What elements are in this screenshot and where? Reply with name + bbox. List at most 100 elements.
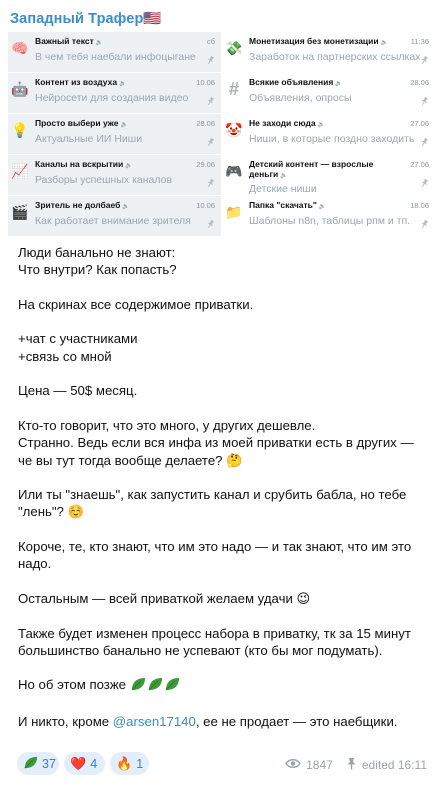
pinned-topic-date: 27.06 <box>410 119 429 128</box>
pinned-topic-item[interactable]: 🧠 Важный текст 🔈 В чем тебя наебали инфоцыг… <box>8 32 221 72</box>
leaf-icon <box>23 755 38 772</box>
message-line: +связь со мной <box>18 348 112 364</box>
leaf-icon <box>131 678 145 691</box>
pinned-topic-title-text: Папка "скачать" <box>249 200 317 210</box>
pinned-topic-date: 27.06 <box>410 160 429 169</box>
message-line: Странно. Ведь если вся инфа из моей прив… <box>18 435 414 468</box>
pinned-topic-title: Просто выбери уже 🔈 <box>35 118 217 131</box>
money-icon: 💸 <box>225 40 243 56</box>
reaction-heart[interactable]: ❤️ 4 <box>64 752 105 775</box>
folder-icon: 📁 <box>225 204 243 220</box>
message-line: Но об этом позже <box>18 676 428 695</box>
message-line: Кто-то говорит, что это много, у других … <box>18 417 316 433</box>
message-line: +чат с участниками <box>18 331 138 347</box>
pinned-topic-title: Контент из воздуха 🔈 <box>35 77 217 90</box>
muted-icon: 🔈 <box>95 40 104 46</box>
pinned-topic-item[interactable]: 📈 Каналы на вскрытии 🔈 Разборы успешных кан… <box>8 155 221 195</box>
channel-title[interactable]: Западный Трафер🇺🇸 <box>10 10 162 27</box>
reaction-count: 37 <box>42 756 56 771</box>
message-meta: 1847 edited 16:11 <box>285 757 427 773</box>
pinned-topic-subtitle: Шаблоны n8n, таблицы рпм и тп. <box>249 215 411 227</box>
pinned-topic-item[interactable]: 🤡 Не заходи сюда 🔈 Ниши, в которые поздно з… <box>222 114 435 154</box>
pinned-topic-subtitle: Заработок на партнерских ссылках <box>249 51 421 63</box>
reaction-count: 4 <box>90 756 98 771</box>
pinned-topic-title: Важный текст 🔈 <box>35 36 217 49</box>
message-line: Цена — 50$ месяц. <box>18 383 138 399</box>
pinned-topic-title: Зритель не долбаеб 🔈 <box>35 200 217 213</box>
clown-icon: 🤡 <box>225 122 243 138</box>
message-line: Или ты "знаешь", как запустить канал и с… <box>18 487 407 520</box>
reaction-count: 1 <box>136 756 144 771</box>
pinned-topic-subtitle: Актуальные ИИ Ниши <box>35 133 143 145</box>
pinned-topic-item[interactable]: 🎮 Детский контент — взрослые деньги 🔈 Детск… <box>222 155 435 195</box>
pinned-topic-subtitle: В чем тебя наебали инфоцыгане <box>35 51 196 63</box>
pinned-topic-date: 11:36 <box>410 37 429 46</box>
pinned-topic-date: 10.06 <box>196 78 215 87</box>
pinned-topic-title-text: Контент из воздуха <box>35 77 118 87</box>
pinned-topic-item[interactable]: 💡 Просто выбери уже 🔈 Актуальные ИИ Ниши 28.… <box>8 114 221 154</box>
message-text: И никто, кроме <box>18 713 113 729</box>
pinned-topic-subtitle: Детские ниши <box>249 183 317 195</box>
pinned-topic-title-text: Зритель не долбаеб <box>35 200 121 210</box>
user-mention-link[interactable]: @arsen17140 <box>113 714 196 729</box>
message-card: Западный Трафер🇺🇸 🧠 Важный текст 🔈 В чем те… <box>0 0 439 785</box>
pinned-topic-title: Каналы на вскрытии 🔈 <box>35 159 217 172</box>
pinned-topic-item[interactable]: 🎬 Зритель не долбаеб 🔈 Как работает внимани… <box>8 196 221 236</box>
pinned-topic-subtitle: Ниши, в которые поздно заходить <box>249 133 415 145</box>
pinned-topic-title-text: Просто выбери уже <box>35 118 119 128</box>
muted-icon: 🔈 <box>122 204 130 210</box>
pinned-topics-grid: 🧠 Важный текст 🔈 В чем тебя наебали инфоцыг… <box>8 32 435 236</box>
pinned-topic-subtitle: Как работает внимание зрителя <box>35 215 191 227</box>
pinned-topic-title-text: Важный текст <box>35 36 94 46</box>
pinned-topic-date: сб <box>206 37 215 46</box>
message-line: Люди банально не знают: <box>18 245 176 260</box>
leaf-emojis <box>130 677 181 692</box>
muted-icon: 🔈 <box>119 81 127 87</box>
muted-icon: 🔈 <box>317 122 326 128</box>
muted-icon: 🔈 <box>280 173 288 179</box>
pinned-topic-title-text: Каналы на вскрытии <box>35 159 124 169</box>
pinned-topic-date: 10.06 <box>196 201 215 210</box>
message-line: Короче, те, кто знают, что им это надо —… <box>18 539 412 572</box>
pinned-topic-title: Детский контент — взрослые деньги 🔈 <box>249 159 431 181</box>
message-footer: 37 ❤️ 4 🔥 1 1847 edited 16:11 <box>17 752 431 776</box>
muted-icon: 🔈 <box>335 81 343 87</box>
pinned-topic-title-text: Всякие объявления <box>249 77 334 87</box>
robot-icon: 🤖 <box>11 81 29 97</box>
message-line: Также будет изменен процесс набора в при… <box>18 625 411 658</box>
pinned-topic-item[interactable]: 🤖 Контент из воздуха 🔈 Нейросети для создан… <box>8 73 221 113</box>
heart-icon: ❤️ <box>70 756 87 771</box>
hashtag-icon: # <box>228 79 239 99</box>
muted-icon: 🔈 <box>125 163 133 169</box>
brain-icon: 🧠 <box>11 40 29 56</box>
views-count: 1847 <box>306 758 333 772</box>
leaf-icon <box>165 678 179 691</box>
pinned-topic-subtitle: Разборы успешных каналов <box>35 174 173 186</box>
clapper-icon: 🎬 <box>11 204 29 220</box>
pinned-topic-title-text: Не заходи сюда <box>249 118 316 128</box>
message-body: Люди банально не знают: Что внутри? Как … <box>18 244 428 730</box>
muted-icon: 🔈 <box>318 204 327 210</box>
message-line: Что внутри? Как попасть? <box>18 262 177 278</box>
views-eye-icon <box>285 758 301 772</box>
pinned-topic-date: 29.06 <box>196 160 215 169</box>
pinned-topic-title: Папка "скачать" 🔈 <box>249 200 431 213</box>
pinned-topic-subtitle: Нейросети для создания видео <box>35 92 189 104</box>
edited-timestamp: edited 16:11 <box>361 758 427 772</box>
reaction-leaf[interactable]: 37 <box>17 752 59 775</box>
pinned-topic-subtitle: Объявления, опросы <box>249 92 352 104</box>
pinned-topic-item[interactable]: # Всякие объявления 🔈 Объявления, опросы 28.… <box>222 73 435 113</box>
pin-icon <box>346 757 357 773</box>
reaction-fire[interactable]: 🔥 1 <box>110 752 149 775</box>
chart-up-icon: 📈 <box>11 163 29 179</box>
fire-icon: 🔥 <box>116 756 133 771</box>
pinned-topic-item[interactable]: 📁 Папка "скачать" 🔈 Шаблоны n8n, таблицы рп… <box>222 196 435 236</box>
message-line: На скринах все содержимое приватки. <box>18 296 254 312</box>
muted-icon: 🔈 <box>380 40 389 46</box>
gamepad-icon: 🎮 <box>225 163 243 179</box>
pinned-topic-item[interactable]: 💸 Монетизация без монетизации 🔈 Заработок н… <box>222 32 435 72</box>
pinned-topic-date: 18.06 <box>410 201 429 210</box>
pinned-topic-title: Не заходи сюда 🔈 <box>249 118 431 131</box>
message-line: Остальным — всей приваткой желаем удачи … <box>18 590 311 606</box>
message-text: , ее не продает — это наебщики. <box>195 713 398 729</box>
